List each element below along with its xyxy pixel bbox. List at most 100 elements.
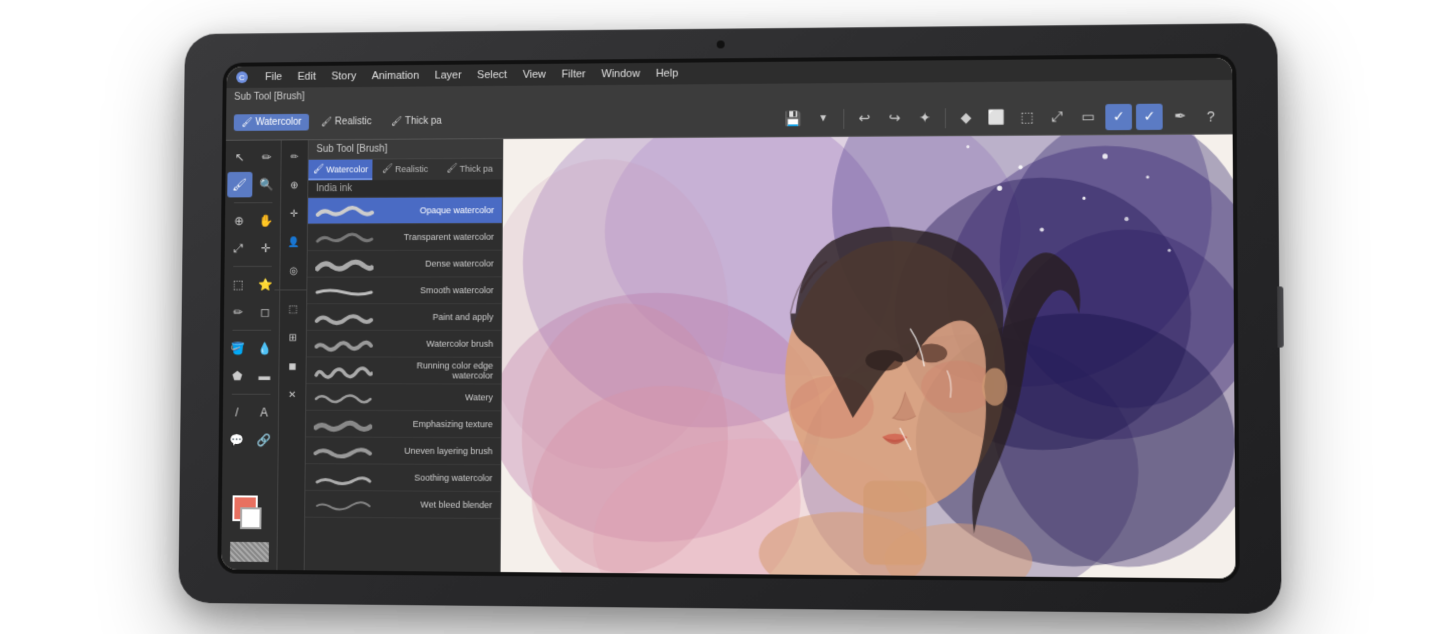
- pen-btn[interactable]: ✒: [1167, 103, 1194, 129]
- menu-help[interactable]: Help: [648, 66, 686, 82]
- tool-text[interactable]: A: [251, 400, 276, 426]
- subtool-icon-9[interactable]: ✕: [280, 382, 305, 408]
- separator-2: [945, 108, 946, 128]
- dropdown-btn[interactable]: ▼: [810, 106, 836, 132]
- subtool-icon-8[interactable]: ◼: [280, 353, 305, 379]
- pattern-swatch[interactable]: [230, 542, 269, 562]
- tool-eraser[interactable]: ◻: [252, 299, 277, 325]
- brush-preview-5: [314, 334, 372, 354]
- tool-pan[interactable]: ✋: [253, 208, 278, 234]
- redo-btn[interactable]: ↪: [881, 105, 907, 131]
- check-btn[interactable]: ✓: [1105, 103, 1132, 129]
- subtool-icon-5[interactable]: ◎: [281, 258, 306, 284]
- tool-fill[interactable]: 🪣: [225, 336, 250, 362]
- brush-name-4: Paint and apply: [379, 312, 493, 322]
- tool-rect2[interactable]: ▬: [252, 363, 277, 389]
- brush-preview-10: [313, 467, 372, 487]
- brush-tab-watercolor[interactable]: 🖌 Watercolor: [308, 159, 372, 180]
- subtool-icon-1[interactable]: ✏: [282, 144, 307, 170]
- tool-pen[interactable]: ✏: [254, 144, 279, 170]
- brush-tab-realistic[interactable]: 🖌 Realistic: [373, 159, 438, 180]
- tool-pencil[interactable]: ✏: [225, 299, 250, 325]
- tab-thickpa-label: Thick pa: [405, 116, 442, 127]
- menu-window[interactable]: Window: [594, 66, 648, 82]
- tool-cursor[interactable]: ↖: [227, 145, 252, 171]
- main-content: ↖ ✏ 🖌 🔍 ⊕ ✋ ⤢: [221, 134, 1235, 578]
- svg-text:C: C: [239, 74, 245, 83]
- brush-item-5[interactable]: Watercolor brush: [307, 331, 501, 358]
- toolbar-tab-thickpa[interactable]: 🖌 Thick pa: [383, 113, 450, 130]
- brush-item-9[interactable]: Uneven layering brush: [306, 437, 501, 465]
- tools-sep-2: [233, 266, 272, 267]
- brush-preview-1: [315, 227, 373, 247]
- subtool-icon-7[interactable]: ⊞: [280, 325, 305, 351]
- tool-eyedrop[interactable]: 💧: [252, 336, 277, 362]
- brush-item-8[interactable]: Emphasizing texture: [306, 411, 501, 439]
- tool-transform2[interactable]: ⤢: [226, 236, 251, 262]
- save-btn[interactable]: 💾: [780, 106, 806, 132]
- tool-row-9: / A: [224, 400, 276, 426]
- brush-tab-thickpa-icon: 🖌: [446, 163, 457, 174]
- brush-preview-9: [313, 440, 372, 460]
- tool-zoom[interactable]: ⊕: [226, 208, 251, 234]
- brush-item-2[interactable]: Dense watercolor: [307, 251, 501, 278]
- rect-btn[interactable]: ▭: [1075, 104, 1102, 130]
- brush-item-1[interactable]: Transparent watercolor: [308, 224, 502, 251]
- brush-name-1: Transparent watercolor: [380, 232, 494, 242]
- tool-row-8: ⬟ ▬: [225, 363, 277, 389]
- fill-btn[interactable]: ◆: [953, 104, 979, 130]
- separator-1: [843, 108, 844, 128]
- scale-btn[interactable]: ⤢: [1044, 104, 1071, 130]
- toolbar-tab-realistic[interactable]: 🖌 Realistic: [313, 113, 379, 130]
- toolbar-tab-watercolor[interactable]: 🖌 Watercolor: [234, 114, 310, 131]
- tool-line[interactable]: /: [224, 400, 249, 426]
- menu-view[interactable]: View: [515, 67, 554, 83]
- tool-speech[interactable]: 💬: [224, 427, 249, 453]
- brush-preview-7: [314, 387, 373, 407]
- brush-item-6[interactable]: Running color edge watercolor: [306, 357, 501, 384]
- side-button[interactable]: [1277, 286, 1284, 347]
- tool-search[interactable]: 🔍: [254, 172, 279, 198]
- secondary-color-swatch[interactable]: [240, 507, 262, 529]
- tool-move[interactable]: ✛: [253, 235, 278, 261]
- brush-item-3[interactable]: Smooth watercolor: [307, 277, 501, 304]
- subtool-icon-4[interactable]: 👤: [281, 229, 306, 255]
- crop-btn[interactable]: ⬚: [1014, 104, 1040, 130]
- menu-file[interactable]: File: [257, 69, 290, 85]
- menu-select[interactable]: Select: [469, 67, 515, 83]
- brush-name-5: Watercolor brush: [379, 339, 494, 349]
- brush-item-10[interactable]: Soothing watercolor: [305, 464, 500, 492]
- tool-connect[interactable]: 🔗: [251, 427, 276, 453]
- canvas-area[interactable]: [501, 134, 1236, 578]
- undo-btn[interactable]: ↩: [851, 105, 877, 131]
- brush-tab-thickpa[interactable]: 🖌 Thick pa: [437, 159, 502, 180]
- brush-list: Opaque watercolor Transparent watercolor: [305, 197, 502, 572]
- transform-btn[interactable]: ⬜: [983, 104, 1009, 130]
- tool-shape[interactable]: ⬟: [225, 363, 250, 389]
- brush-tab-realistic-icon: 🖌: [382, 163, 393, 174]
- tool-brush-active[interactable]: 🖌: [227, 172, 252, 198]
- brush-item-11[interactable]: Wet bleed blender: [305, 491, 500, 519]
- menu-story[interactable]: Story: [324, 68, 364, 84]
- menu-layer[interactable]: Layer: [427, 67, 470, 83]
- subtool-icon-2[interactable]: ⊕: [282, 173, 307, 199]
- menu-edit[interactable]: Edit: [290, 69, 324, 85]
- brush-preview-0: [316, 201, 374, 221]
- menu-filter[interactable]: Filter: [554, 66, 594, 82]
- subtool-icon-3[interactable]: ✛: [281, 201, 306, 227]
- help-btn[interactable]: ?: [1197, 103, 1224, 129]
- light-btn[interactable]: ✦: [912, 105, 938, 131]
- brush-icon-2: 🖌: [321, 117, 332, 128]
- brush-item-4[interactable]: Paint and apply: [307, 304, 501, 331]
- menu-animation[interactable]: Animation: [364, 68, 427, 84]
- brush-item-7[interactable]: Watery: [306, 384, 501, 411]
- brush-group-name: India ink: [316, 183, 352, 194]
- brush-item-0[interactable]: Opaque watercolor: [308, 197, 502, 224]
- screen: C File Edit Story Animation Layer Select…: [221, 58, 1235, 579]
- tool-lasso[interactable]: ⭐: [253, 272, 278, 298]
- subtool-icon-6[interactable]: ⬚: [280, 296, 305, 322]
- tool-row-4: ⤢ ✛: [226, 235, 278, 261]
- check-btn-2[interactable]: ✓: [1136, 103, 1163, 129]
- tool-select-rect[interactable]: ⬚: [226, 272, 251, 298]
- brush-name-8: Emphasizing texture: [378, 419, 493, 429]
